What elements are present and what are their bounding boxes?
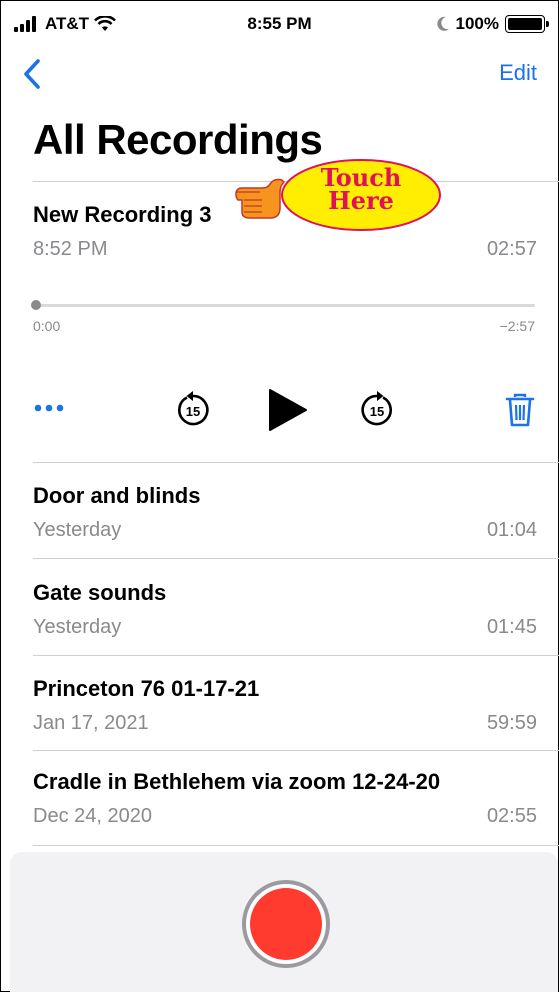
battery-icon	[505, 15, 549, 33]
recording-date: 8:52 PM	[33, 238, 108, 260]
moon-icon	[436, 16, 449, 31]
battery-percent: 100%	[455, 14, 499, 33]
playback-scrubber[interactable]	[33, 304, 535, 307]
recording-name[interactable]: New Recording 3	[33, 202, 211, 228]
pointing-hand-icon	[235, 178, 286, 219]
status-right: 100%	[436, 14, 549, 34]
annotation-line-2: Here	[328, 186, 394, 215]
back-chevron-icon[interactable]	[18, 57, 48, 91]
divider	[33, 462, 559, 463]
trash-icon[interactable]	[505, 393, 535, 427]
recording-duration: 01:04	[486, 519, 537, 541]
recording-name: Gate sounds	[33, 580, 167, 605]
recording-duration: 02:55	[486, 805, 537, 827]
elapsed-time: 0:00	[33, 318, 61, 334]
skip-forward-15-button[interactable]: 15	[357, 390, 397, 430]
play-icon[interactable]	[267, 388, 309, 432]
recording-item[interactable]: Princeton 76 01-17-21 Jan 17, 2021 59:59	[0, 676, 559, 736]
divider	[33, 750, 559, 751]
recording-date: Dec 24, 2020	[33, 805, 152, 827]
recording-name: Princeton 76 01-17-21	[33, 676, 260, 701]
recording-item[interactable]: Gate sounds Yesterday 01:45	[0, 580, 559, 640]
skip-forward-seconds: 15	[370, 404, 384, 419]
divider	[33, 558, 559, 559]
recording-item[interactable]: Cradle in Bethlehem via zoom 12-24-20 De…	[0, 769, 559, 829]
divider	[33, 655, 559, 656]
recording-name: Door and blinds	[33, 483, 201, 508]
recording-duration: 01:45	[486, 616, 537, 638]
recording-name: Cradle in Bethlehem via zoom 12-24-20	[33, 769, 441, 794]
skip-forward-15-icon: 15	[361, 391, 392, 426]
recording-duration: 02:57	[486, 238, 537, 260]
annotation-text: Touch Here	[280, 166, 442, 215]
record-button[interactable]	[242, 880, 330, 968]
recording-item[interactable]: Door and blinds Yesterday 01:04	[0, 483, 559, 543]
skip-back-15-button[interactable]: 15	[173, 390, 213, 430]
edit-button[interactable]: Edit	[499, 60, 537, 86]
recording-duration: 59:59	[486, 712, 537, 734]
more-icon[interactable]	[33, 398, 69, 418]
page-title: All Recordings	[33, 116, 323, 163]
skip-back-seconds: 15	[186, 404, 200, 419]
divider	[33, 845, 559, 846]
scrubber-handle[interactable]	[31, 300, 41, 310]
recording-date: Jan 17, 2021	[33, 712, 149, 734]
recording-date: Yesterday	[33, 519, 122, 541]
recording-date: Yesterday	[33, 616, 122, 638]
status-bar: AT&T 8:55 PM 100%	[0, 0, 559, 48]
remaining-time: −2:57	[499, 318, 535, 334]
skip-back-15-icon: 15	[178, 391, 209, 426]
